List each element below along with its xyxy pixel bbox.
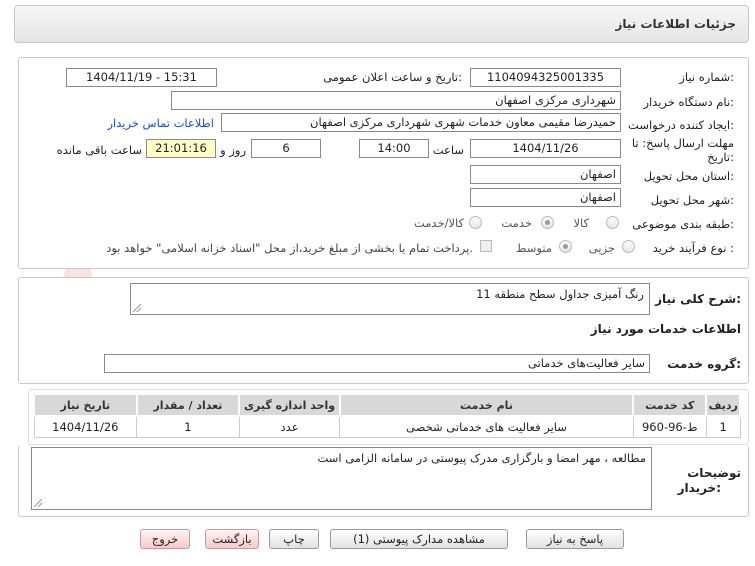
services-table: تاریخ نیاز تعداد / مقدار واحد اندازه گیر… xyxy=(33,393,741,438)
province-field: اصفهان xyxy=(470,165,621,184)
services-table-header: تاریخ نیاز تعداد / مقدار واحد اندازه گیر… xyxy=(33,393,741,417)
buyer-notes-label: توضیحات xyxy=(687,466,741,480)
summary-label: شرح کلی نیاز: xyxy=(655,292,741,306)
process-radio-medium[interactable] xyxy=(559,240,572,253)
category-radio-goods-service[interactable] xyxy=(469,216,482,229)
buyer-notes-text: مطالعه ، مهر امضا و بارگزاری مدرک پیوستی… xyxy=(317,451,646,465)
col-quantity: تعداد / مقدار xyxy=(135,393,241,417)
exit-button[interactable]: خروج xyxy=(140,529,190,549)
city-field: اصفهان xyxy=(470,188,621,207)
page-header: جزئیات اطلاعات نیاز xyxy=(14,5,749,43)
buyer-org-label: نام دستگاه خریدار: xyxy=(643,95,734,109)
remaining-days-label: روز و xyxy=(220,143,246,157)
cell-service-code: ط-96-960 xyxy=(632,415,707,438)
services-section-title: اطلاعات خدمات مورد نیاز xyxy=(590,322,741,336)
deadline-time-field: 14:00 xyxy=(359,139,429,158)
cell-row-number: 1 xyxy=(705,415,741,438)
buyer-org-field: شهرداری مرکزی اصفهان xyxy=(171,91,621,110)
process-option-minor: جزیی xyxy=(588,241,615,255)
buyer-contact-link[interactable]: اطلاعات تماس خریدار xyxy=(107,116,214,130)
remaining-days-field: 6 xyxy=(251,139,321,158)
reply-button[interactable]: پاسخ به نیاز xyxy=(526,529,624,549)
cell-service-name: سایر فعالیت های خدماتی شخصی xyxy=(339,415,634,438)
province-label: استان محل تحویل: xyxy=(643,169,734,183)
deadline-date-label: تاریخ: xyxy=(707,150,734,164)
resize-handle-icon[interactable] xyxy=(133,304,141,312)
service-group-label: گروه خدمت: xyxy=(667,357,741,371)
print-button[interactable]: چاپ xyxy=(269,529,319,549)
page-title: جزئیات اطلاعات نیاز xyxy=(615,17,736,31)
cell-need-date: 1404/11/26 xyxy=(33,415,138,438)
view-attachments-button[interactable]: مشاهده مدارک پیوستی (1) xyxy=(330,529,508,549)
deadline-label: مهلت ارسال پاسخ: تا xyxy=(631,136,734,150)
announce-datetime-label: تاریخ و ساعت اعلان عمومی: xyxy=(323,70,462,84)
deadline-time-label: ساعت xyxy=(432,143,464,157)
cell-quantity: 1 xyxy=(136,415,240,438)
summary-text: رنگ آمیزی جداول سطح منطقه 11 xyxy=(476,287,644,301)
creator-label: ایجاد کننده درخواست: xyxy=(628,118,734,132)
resize-handle-icon[interactable] xyxy=(34,499,42,507)
process-type-label: نوع فرآیند خرید : xyxy=(652,241,734,255)
col-row-number: ردیف xyxy=(705,393,741,417)
table-row: 1404/11/26 1 عدد سایر فعالیت های خدماتی … xyxy=(33,415,741,438)
remaining-time-field: 21:01:16 xyxy=(146,139,216,158)
back-button[interactable]: بازگشت xyxy=(205,529,259,549)
process-radio-minor[interactable] xyxy=(622,240,635,253)
category-option-goods-service: کالا/خدمت xyxy=(413,216,464,230)
col-unit: واحد اندازه گیری xyxy=(238,393,341,417)
treasury-payment-note: پرداخت تمام یا بخشی از مبلغ خرید،از محل … xyxy=(106,241,473,255)
creator-field: حمیدرضا مقیمی معاون خدمات شهری شهرداری م… xyxy=(221,113,621,132)
category-option-service: خدمت xyxy=(501,216,532,230)
category-radio-goods[interactable] xyxy=(606,216,619,229)
need-number-label: شماره نیاز: xyxy=(679,70,734,84)
remaining-time-label: ساعت باقی مانده xyxy=(56,143,142,157)
category-option-goods: کالا xyxy=(573,216,589,230)
col-service-name: نام خدمت xyxy=(338,393,635,417)
col-need-date: تاریخ نیاز xyxy=(33,393,138,417)
category-radio-service[interactable] xyxy=(541,216,554,229)
announce-datetime-field: 1404/11/19 - 15:31 xyxy=(66,68,217,87)
process-option-medium: متوسط xyxy=(515,241,552,255)
category-label: طبقه بندی موضوعی: xyxy=(632,217,734,231)
service-group-field: سایر فعالیت‌های خدماتی xyxy=(104,354,650,373)
treasury-payment-checkbox[interactable] xyxy=(480,240,492,252)
cell-unit: عدد xyxy=(238,415,341,438)
col-service-code: کد خدمت xyxy=(632,393,708,417)
need-number-field: 1104094325001335 xyxy=(470,68,621,87)
summary-field: رنگ آمیزی جداول سطح منطقه 11 xyxy=(130,283,650,315)
city-label: شهر محل تحویل: xyxy=(650,193,734,207)
buyer-notes-field: مطالعه ، مهر امضا و بارگزاری مدرک پیوستی… xyxy=(31,447,652,510)
need-info-panel xyxy=(18,57,749,269)
buyer-notes-label-2: خریدار: xyxy=(677,481,721,495)
deadline-date-field: 1404/11/26 xyxy=(470,139,621,158)
